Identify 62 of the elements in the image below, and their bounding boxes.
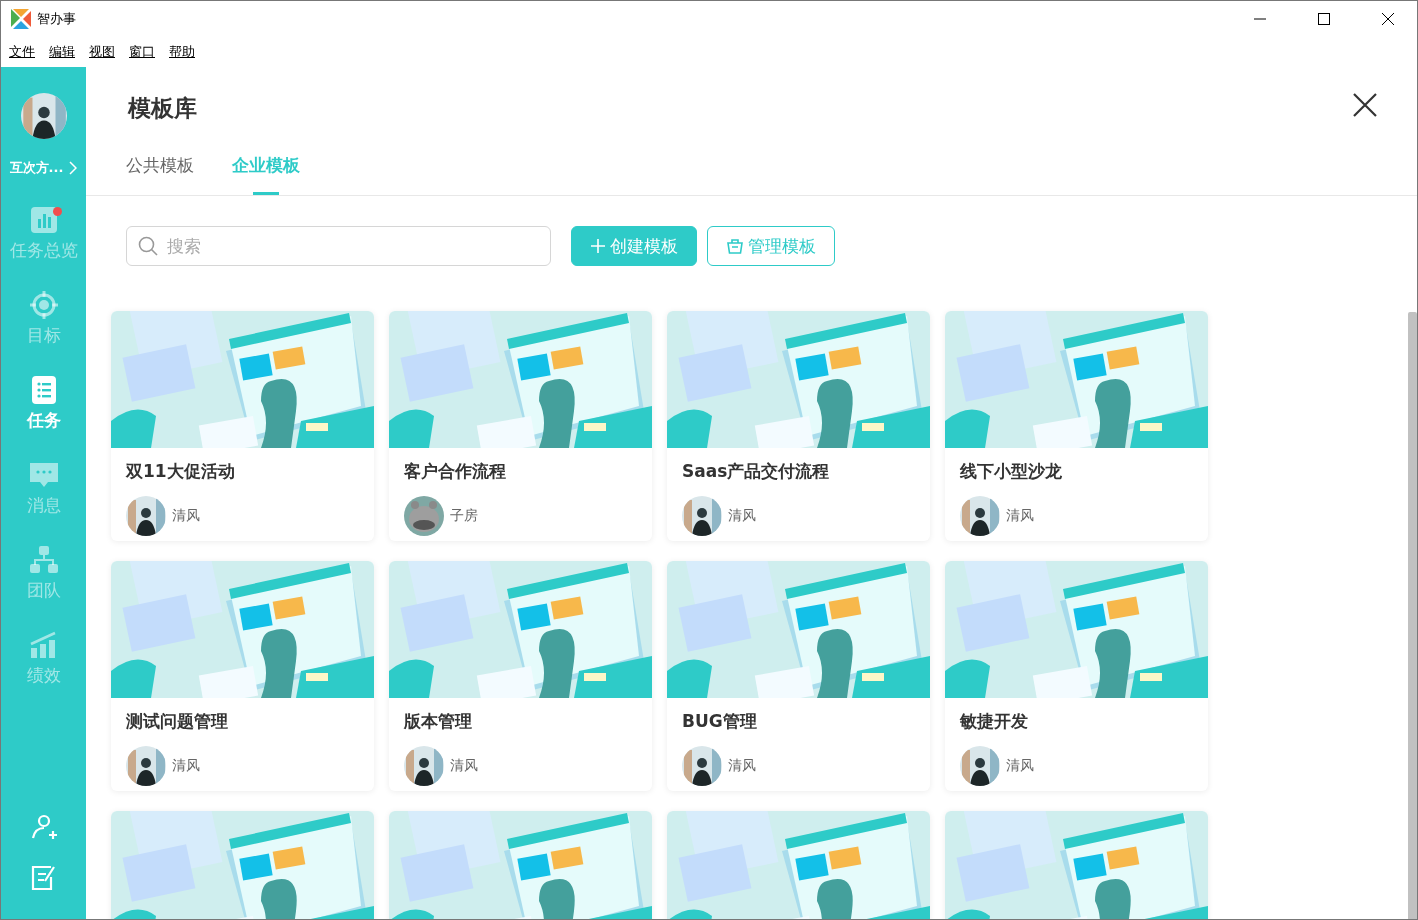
author-name: 清风	[450, 757, 478, 775]
bag-icon	[726, 238, 744, 254]
author-name: 清风	[1006, 757, 1034, 775]
menu-item[interactable]: 窗口	[129, 43, 155, 61]
template-card[interactable]: Saas产品交付流程 清风	[667, 311, 930, 541]
nav-label: 目标	[26, 324, 61, 347]
close-icon	[1382, 13, 1394, 25]
nav-label: 任务	[26, 409, 61, 432]
nav-label: 消息	[26, 494, 61, 517]
avatar	[20, 93, 67, 139]
template-card[interactable]: 敏捷开发 清风	[945, 561, 1208, 791]
menu-item[interactable]: 视图	[89, 43, 115, 61]
app-logo-icon	[11, 9, 31, 29]
author-name: 清风	[1006, 507, 1034, 525]
org-chart-icon	[28, 545, 59, 575]
card-title: 双11大促活动	[124, 460, 236, 483]
search-icon	[138, 236, 158, 256]
edit-icon[interactable]	[30, 863, 57, 891]
menu-item[interactable]: 帮助	[169, 43, 195, 61]
card-title: BUG管理	[681, 710, 758, 733]
avatar	[404, 746, 444, 786]
nav-label: 绩效	[26, 664, 61, 687]
template-card[interactable]: 双11大促活动 清风	[111, 311, 374, 541]
target-icon	[28, 290, 59, 320]
avatar	[404, 496, 444, 536]
template-card[interactable]: 版本管理 清风	[389, 561, 652, 791]
plus-icon	[590, 238, 606, 254]
template-card[interactable]: 客户合作流程 子房	[389, 311, 652, 541]
card-title: 线下小型沙龙	[959, 460, 1063, 483]
template-card[interactable]: BUG管理 清风	[667, 561, 930, 791]
avatar	[960, 746, 1000, 786]
card-title: Saas产品交付流程	[681, 460, 831, 483]
add-user-icon[interactable]	[29, 813, 58, 841]
card-title: 客户合作流程	[403, 460, 507, 483]
avatar	[682, 746, 722, 786]
card-title: 版本管理	[403, 710, 473, 733]
card-title: 敏捷开发	[958, 710, 1029, 733]
chevron-right-icon[interactable]	[69, 161, 78, 175]
menu-item[interactable]: 编辑	[49, 43, 75, 61]
author-name: 清风	[172, 757, 200, 775]
card-title: 测试问题管理	[125, 710, 229, 733]
avatar	[960, 496, 1000, 536]
author-name: 子房	[450, 507, 478, 525]
maximize-icon	[1318, 13, 1330, 25]
avatar	[682, 496, 722, 536]
author-name: 清风	[172, 507, 200, 525]
menu-item[interactable]: 文件	[9, 43, 35, 61]
window-title: 智办事	[37, 10, 77, 28]
search-field[interactable]: 搜索	[126, 226, 551, 266]
close-icon[interactable]	[1353, 93, 1377, 117]
nav-label: 任务总览	[9, 239, 78, 262]
chart-icon	[28, 205, 59, 235]
author-name: 清风	[728, 507, 756, 525]
author-name: 清风	[728, 757, 756, 775]
tab[interactable]: 公共模板	[126, 154, 194, 195]
avatar	[126, 496, 166, 536]
nav-label: 团队	[26, 579, 61, 602]
template-card[interactable]: 测试问题管理 清风	[111, 561, 374, 791]
template-card[interactable]: 线下小型沙龙 清风	[945, 311, 1208, 541]
page-title: 模板库	[128, 94, 197, 123]
scrollbar[interactable]	[1408, 312, 1417, 919]
avatar	[126, 746, 166, 786]
